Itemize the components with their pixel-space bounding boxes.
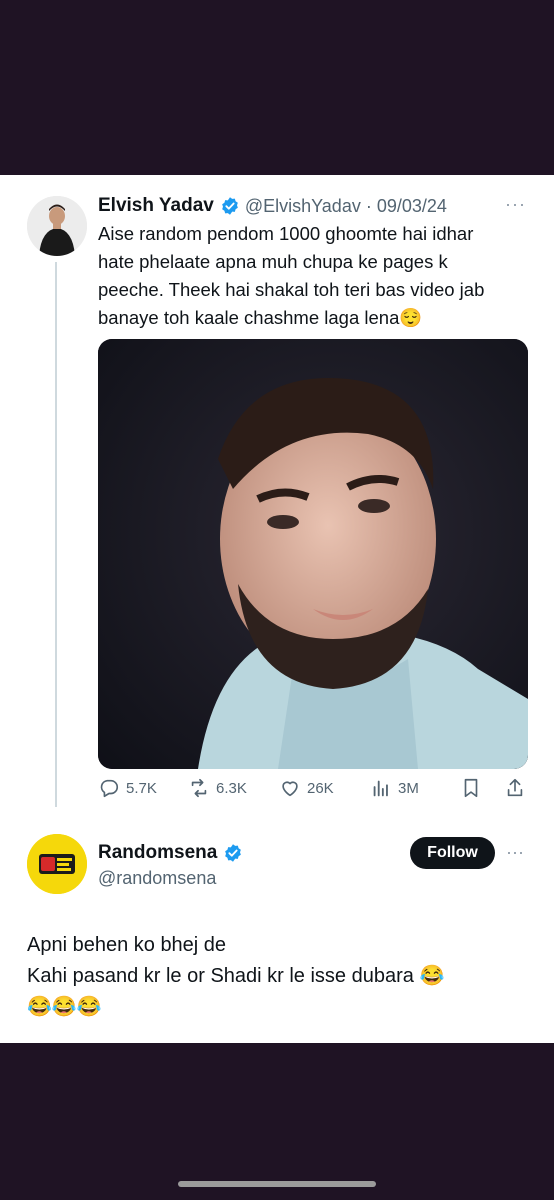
tweet-text-line: banaye toh kaale chashme laga lena😌 bbox=[98, 307, 423, 328]
tweet-photo[interactable] bbox=[98, 339, 528, 769]
bookmark-icon bbox=[464, 778, 478, 798]
retweet-icon bbox=[191, 778, 207, 798]
reply-author-handle[interactable]: @randomsena bbox=[98, 868, 216, 889]
home-indicator[interactable] bbox=[178, 1181, 376, 1187]
share-action[interactable] bbox=[504, 777, 532, 799]
author-avatar[interactable] bbox=[27, 196, 87, 256]
tweet-header: Elvish Yadav @ElvishYadav · 09/03/24 bbox=[98, 193, 447, 219]
verified-badge-icon bbox=[225, 844, 242, 862]
author-handle-date[interactable]: @ElvishYadav · 09/03/24 bbox=[245, 196, 447, 217]
tweet-text: Aise random pendom 1000 ghoomte hai idha… bbox=[98, 220, 528, 332]
randomsena-logo bbox=[27, 834, 87, 894]
reply-action[interactable]: 5.7K bbox=[98, 777, 157, 799]
reply-author-name[interactable]: Randomsena bbox=[98, 842, 217, 864]
thread-line bbox=[55, 262, 57, 807]
reply-more-options-icon[interactable]: ··· bbox=[506, 842, 524, 863]
analytics-icon bbox=[373, 780, 388, 797]
tweet-actions: 5.7K 6.3K 26K 3M bbox=[98, 777, 528, 805]
more-options-icon[interactable]: ··· bbox=[505, 194, 526, 215]
view-count: 3M bbox=[398, 779, 419, 797]
tweet-text-line: Aise random pendom 1000 ghoomte hai idha… bbox=[98, 223, 474, 244]
reply-text: Apni behen ko bhej de Kahi pasand kr le … bbox=[27, 930, 527, 1023]
heart-icon bbox=[282, 781, 298, 797]
tweet-text-line: peeche. Theek hai shakal toh teri bas vi… bbox=[98, 279, 485, 300]
avatar-photo bbox=[27, 196, 87, 256]
like-count: 26K bbox=[307, 779, 334, 797]
reply-header: Randomsena bbox=[98, 840, 243, 866]
bookmark-action[interactable] bbox=[460, 777, 488, 799]
reply-text-line: Apni behen ko bhej de bbox=[27, 934, 227, 956]
selfie-image bbox=[98, 339, 528, 769]
views-action[interactable]: 3M bbox=[370, 777, 419, 799]
reply-text-line: Kahi pasand kr le or Shadi kr le isse du… bbox=[27, 965, 445, 987]
like-action[interactable]: 26K bbox=[279, 777, 334, 799]
tweet-text-line: hate phelaate apna muh chupa ke pages k bbox=[98, 251, 448, 272]
follow-button[interactable]: Follow bbox=[410, 837, 495, 869]
reply-count: 5.7K bbox=[126, 779, 157, 797]
reply-author-avatar[interactable] bbox=[27, 834, 87, 894]
author-name[interactable]: Elvish Yadav bbox=[98, 195, 214, 217]
reply-icon bbox=[100, 779, 119, 798]
retweet-action[interactable]: 6.3K bbox=[188, 777, 247, 799]
reply-text-line: 😂😂😂 bbox=[27, 996, 102, 1018]
verified-badge-icon bbox=[222, 197, 238, 215]
retweet-count: 6.3K bbox=[216, 779, 247, 797]
share-icon bbox=[507, 778, 523, 797]
